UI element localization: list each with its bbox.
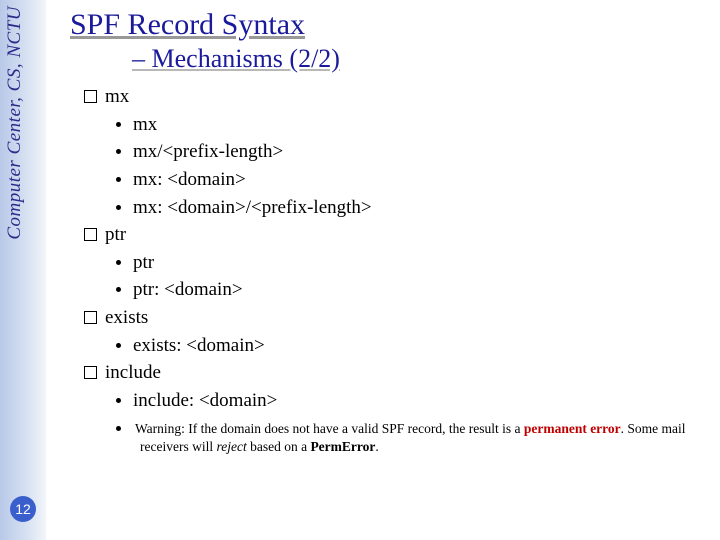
dot-bullet-icon: [116, 343, 121, 348]
page-number-badge: 12: [10, 496, 36, 522]
list-item-text: exists: <domain>: [133, 335, 265, 356]
slide-title: SPF Record Syntax: [70, 8, 700, 42]
dot-bullet-icon: [116, 260, 121, 265]
slide-subtitle: – Mechanisms (2/2): [132, 44, 700, 74]
dot-bullet-icon: [116, 398, 121, 403]
warning-permerror: PermError: [310, 439, 375, 454]
section-heading: mx: [84, 84, 700, 110]
dot-bullet-icon: [116, 205, 121, 210]
list-item: mx: [116, 112, 700, 138]
list-item: mx/<prefix-length>: [116, 139, 700, 165]
list-item-text: mx/<prefix-length>: [133, 141, 283, 162]
list-item: ptr: [116, 250, 700, 276]
list-item-text: mx: [133, 114, 157, 135]
section-heading-text: include: [105, 362, 161, 383]
square-bullet-icon: [84, 366, 97, 379]
slide-content: SPF Record Syntax – Mechanisms (2/2) mx …: [70, 8, 700, 456]
section-heading-text: ptr: [105, 224, 126, 245]
dot-bullet-icon: [116, 122, 121, 127]
dot-bullet-icon: [116, 177, 121, 182]
square-bullet-icon: [84, 90, 97, 103]
section-heading: ptr: [84, 222, 700, 248]
sidebar-org-text: Computer Center, CS, NCTU: [4, 6, 26, 240]
list-item: mx: <domain>/<prefix-length>: [116, 195, 700, 221]
warning-text: .: [375, 439, 378, 454]
list-item: mx: <domain>: [116, 167, 700, 193]
list-item: exists: <domain>: [116, 333, 700, 359]
section-heading: include: [84, 360, 700, 386]
warning-text: Warning: If the domain does not have a v…: [135, 421, 524, 436]
warning-text: based on a: [247, 439, 311, 454]
dot-bullet-icon: [116, 149, 121, 154]
list-item-text: mx: <domain>: [133, 169, 246, 190]
warning-note: Warning: If the domain does not have a v…: [140, 420, 700, 456]
section-heading-text: mx: [105, 86, 129, 107]
section-heading: exists: [84, 305, 700, 331]
list-item: include: <domain>: [116, 388, 700, 414]
slide-body: mx mx mx/<prefix-length> mx: <domain> mx…: [82, 84, 700, 456]
sidebar-gradient: Computer Center, CS, NCTU: [0, 0, 46, 540]
square-bullet-icon: [84, 228, 97, 241]
list-item: ptr: <domain>: [116, 277, 700, 303]
list-item-text: ptr: <domain>: [133, 279, 243, 300]
warning-permanent-error: permanent error: [524, 421, 621, 436]
list-item-text: include: <domain>: [133, 390, 277, 411]
dot-bullet-icon: [116, 287, 121, 292]
square-bullet-icon: [84, 311, 97, 324]
warning-reject: reject: [216, 439, 246, 454]
dot-bullet-icon: [116, 426, 121, 431]
section-heading-text: exists: [105, 307, 148, 328]
list-item-text: ptr: [133, 252, 154, 273]
list-item-text: mx: <domain>/<prefix-length>: [133, 197, 372, 218]
